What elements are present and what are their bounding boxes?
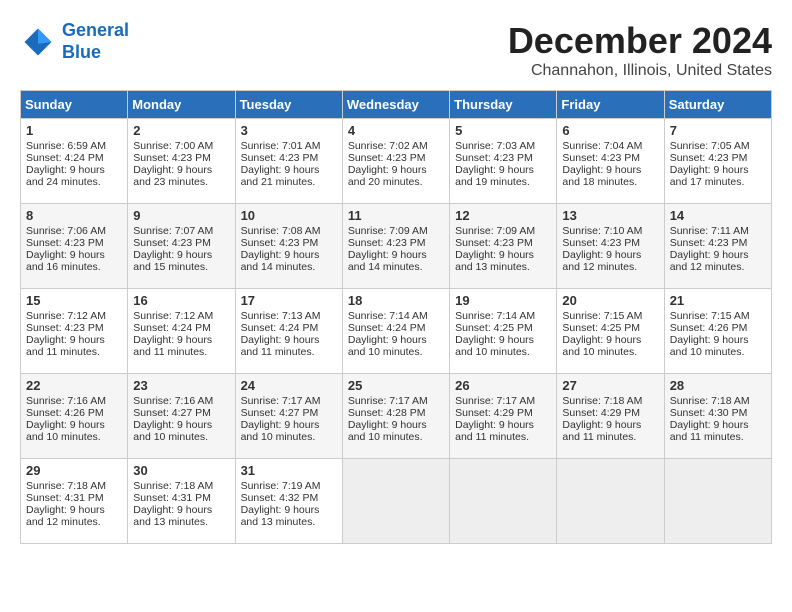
col-saturday: Saturday (664, 91, 771, 119)
calendar-cell (342, 459, 449, 544)
calendar-cell: 30Sunrise: 7:18 AMSunset: 4:31 PMDayligh… (128, 459, 235, 544)
calendar-cell (450, 459, 557, 544)
calendar-cell: 6Sunrise: 7:04 AMSunset: 4:23 PMDaylight… (557, 119, 664, 204)
col-monday: Monday (128, 91, 235, 119)
calendar-cell: 21Sunrise: 7:15 AMSunset: 4:26 PMDayligh… (664, 289, 771, 374)
calendar-cell: 4Sunrise: 7:02 AMSunset: 4:23 PMDaylight… (342, 119, 449, 204)
logo-line2: Blue (62, 42, 101, 62)
calendar-cell: 1Sunrise: 6:59 AMSunset: 4:24 PMDaylight… (21, 119, 128, 204)
col-tuesday: Tuesday (235, 91, 342, 119)
col-wednesday: Wednesday (342, 91, 449, 119)
calendar-cell: 2Sunrise: 7:00 AMSunset: 4:23 PMDaylight… (128, 119, 235, 204)
calendar-cell: 14Sunrise: 7:11 AMSunset: 4:23 PMDayligh… (664, 204, 771, 289)
logo-line1: General (62, 20, 129, 40)
calendar-cell: 15Sunrise: 7:12 AMSunset: 4:23 PMDayligh… (21, 289, 128, 374)
calendar-cell: 26Sunrise: 7:17 AMSunset: 4:29 PMDayligh… (450, 374, 557, 459)
calendar-header-row: Sunday Monday Tuesday Wednesday Thursday… (21, 91, 772, 119)
week-row-5: 29Sunrise: 7:18 AMSunset: 4:31 PMDayligh… (21, 459, 772, 544)
calendar-cell: 7Sunrise: 7:05 AMSunset: 4:23 PMDaylight… (664, 119, 771, 204)
logo: General Blue (20, 20, 129, 63)
calendar-cell: 3Sunrise: 7:01 AMSunset: 4:23 PMDaylight… (235, 119, 342, 204)
calendar-cell: 12Sunrise: 7:09 AMSunset: 4:23 PMDayligh… (450, 204, 557, 289)
calendar-cell: 9Sunrise: 7:07 AMSunset: 4:23 PMDaylight… (128, 204, 235, 289)
calendar-cell (557, 459, 664, 544)
calendar-cell: 16Sunrise: 7:12 AMSunset: 4:24 PMDayligh… (128, 289, 235, 374)
calendar-cell: 31Sunrise: 7:19 AMSunset: 4:32 PMDayligh… (235, 459, 342, 544)
week-row-1: 1Sunrise: 6:59 AMSunset: 4:24 PMDaylight… (21, 119, 772, 204)
page-title: December 2024 (508, 20, 772, 62)
calendar-cell: 10Sunrise: 7:08 AMSunset: 4:23 PMDayligh… (235, 204, 342, 289)
calendar-cell: 18Sunrise: 7:14 AMSunset: 4:24 PMDayligh… (342, 289, 449, 374)
calendar-cell: 17Sunrise: 7:13 AMSunset: 4:24 PMDayligh… (235, 289, 342, 374)
week-row-4: 22Sunrise: 7:16 AMSunset: 4:26 PMDayligh… (21, 374, 772, 459)
page-subtitle: Channahon, Illinois, United States (508, 62, 772, 80)
week-row-3: 15Sunrise: 7:12 AMSunset: 4:23 PMDayligh… (21, 289, 772, 374)
calendar-cell: 27Sunrise: 7:18 AMSunset: 4:29 PMDayligh… (557, 374, 664, 459)
calendar-cell: 13Sunrise: 7:10 AMSunset: 4:23 PMDayligh… (557, 204, 664, 289)
col-friday: Friday (557, 91, 664, 119)
calendar-cell: 11Sunrise: 7:09 AMSunset: 4:23 PMDayligh… (342, 204, 449, 289)
col-thursday: Thursday (450, 91, 557, 119)
calendar-cell: 22Sunrise: 7:16 AMSunset: 4:26 PMDayligh… (21, 374, 128, 459)
calendar-cell: 24Sunrise: 7:17 AMSunset: 4:27 PMDayligh… (235, 374, 342, 459)
title-block: December 2024 Channahon, Illinois, Unite… (508, 20, 772, 80)
logo-icon (20, 24, 56, 60)
calendar-cell (664, 459, 771, 544)
calendar-cell: 23Sunrise: 7:16 AMSunset: 4:27 PMDayligh… (128, 374, 235, 459)
calendar-cell: 28Sunrise: 7:18 AMSunset: 4:30 PMDayligh… (664, 374, 771, 459)
page-header: General Blue December 2024 Channahon, Il… (20, 20, 772, 80)
week-row-2: 8Sunrise: 7:06 AMSunset: 4:23 PMDaylight… (21, 204, 772, 289)
calendar-cell: 5Sunrise: 7:03 AMSunset: 4:23 PMDaylight… (450, 119, 557, 204)
col-sunday: Sunday (21, 91, 128, 119)
calendar-cell: 29Sunrise: 7:18 AMSunset: 4:31 PMDayligh… (21, 459, 128, 544)
calendar-cell: 20Sunrise: 7:15 AMSunset: 4:25 PMDayligh… (557, 289, 664, 374)
calendar-cell: 19Sunrise: 7:14 AMSunset: 4:25 PMDayligh… (450, 289, 557, 374)
logo-text: General Blue (62, 20, 129, 63)
calendar-table: Sunday Monday Tuesday Wednesday Thursday… (20, 90, 772, 544)
calendar-cell: 8Sunrise: 7:06 AMSunset: 4:23 PMDaylight… (21, 204, 128, 289)
calendar-cell: 25Sunrise: 7:17 AMSunset: 4:28 PMDayligh… (342, 374, 449, 459)
